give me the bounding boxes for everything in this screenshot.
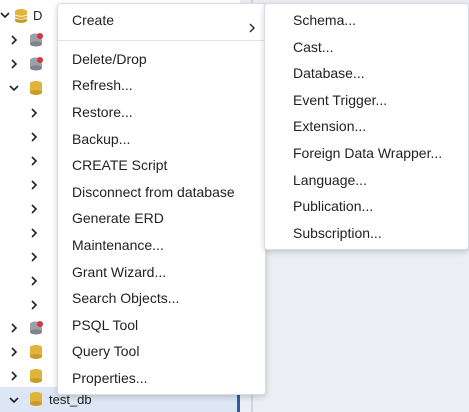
menu-item-grant-wizard[interactable]: Grant Wizard... bbox=[58, 259, 265, 285]
submenu-item-foreign-data-wrapper[interactable]: Foreign Data Wrapper... bbox=[265, 140, 468, 166]
chevron-right-icon[interactable] bbox=[29, 252, 41, 264]
menu-item-query-tool[interactable]: Query Tool bbox=[58, 338, 265, 364]
chevron-right-icon[interactable] bbox=[9, 59, 21, 71]
chevron-right-icon[interactable] bbox=[29, 300, 41, 312]
database-icon bbox=[28, 391, 44, 407]
chevron-right-icon[interactable] bbox=[29, 228, 41, 240]
menu-item-psql-tool[interactable]: PSQL Tool bbox=[58, 312, 265, 338]
database-icon bbox=[28, 80, 44, 96]
submenu-item-subscription[interactable]: Subscription... bbox=[265, 220, 468, 246]
chevron-right-icon[interactable] bbox=[9, 323, 21, 335]
submenu-item-database[interactable]: Database... bbox=[265, 60, 468, 86]
submenu-item-event-trigger[interactable]: Event Trigger... bbox=[265, 87, 468, 113]
chevron-right-icon bbox=[247, 15, 257, 33]
chevron-right-icon[interactable] bbox=[29, 108, 41, 120]
menu-item-maintenance[interactable]: Maintenance... bbox=[58, 232, 265, 258]
menu-item-disconnect[interactable]: Disconnect from database bbox=[58, 179, 265, 205]
database-disconnected-icon bbox=[28, 56, 44, 72]
submenu-item-publication[interactable]: Publication... bbox=[265, 193, 468, 219]
menu-item-create-script[interactable]: CREATE Script bbox=[58, 152, 265, 178]
submenu-item-extension[interactable]: Extension... bbox=[265, 113, 468, 139]
chevron-right-icon[interactable] bbox=[29, 156, 41, 168]
menu-item-search-objects[interactable]: Search Objects... bbox=[58, 285, 265, 311]
menu-item-generate-erd[interactable]: Generate ERD bbox=[58, 205, 265, 231]
menu-item-label: Create bbox=[72, 12, 115, 28]
chevron-down-icon[interactable] bbox=[9, 395, 21, 407]
chevron-down-icon[interactable] bbox=[9, 83, 21, 95]
database-disconnected-icon bbox=[28, 320, 44, 336]
menu-item-delete[interactable]: Delete/Drop bbox=[58, 46, 265, 72]
menu-separator bbox=[58, 40, 265, 41]
chevron-right-icon[interactable] bbox=[29, 276, 41, 288]
create-submenu: Schema... Cast... Database... Event Trig… bbox=[264, 3, 469, 250]
database-icon bbox=[28, 344, 44, 360]
chevron-right-icon[interactable] bbox=[29, 180, 41, 192]
chevron-right-icon[interactable] bbox=[29, 204, 41, 216]
chevron-right-icon[interactable] bbox=[9, 35, 21, 47]
database-icon bbox=[13, 8, 29, 24]
menu-item-restore[interactable]: Restore... bbox=[58, 99, 265, 125]
chevron-right-icon[interactable] bbox=[9, 347, 21, 359]
submenu-item-schema[interactable]: Schema... bbox=[265, 7, 468, 33]
chevron-right-icon[interactable] bbox=[29, 132, 41, 144]
menu-item-refresh[interactable]: Refresh... bbox=[58, 72, 265, 98]
context-menu: Create Delete/Drop Refresh... Restore...… bbox=[57, 3, 266, 395]
menu-item-backup[interactable]: Backup... bbox=[58, 126, 265, 152]
chevron-right-icon[interactable] bbox=[9, 371, 21, 383]
database-icon bbox=[28, 368, 44, 384]
database-disconnected-icon bbox=[28, 32, 44, 48]
menu-item-properties[interactable]: Properties... bbox=[58, 365, 265, 391]
submenu-item-cast[interactable]: Cast... bbox=[265, 34, 468, 60]
tree-item-label[interactable]: D bbox=[33, 8, 42, 23]
chevron-down-icon[interactable] bbox=[0, 10, 12, 22]
menu-item-create[interactable]: Create bbox=[58, 7, 265, 33]
submenu-item-language[interactable]: Language... bbox=[265, 167, 468, 193]
